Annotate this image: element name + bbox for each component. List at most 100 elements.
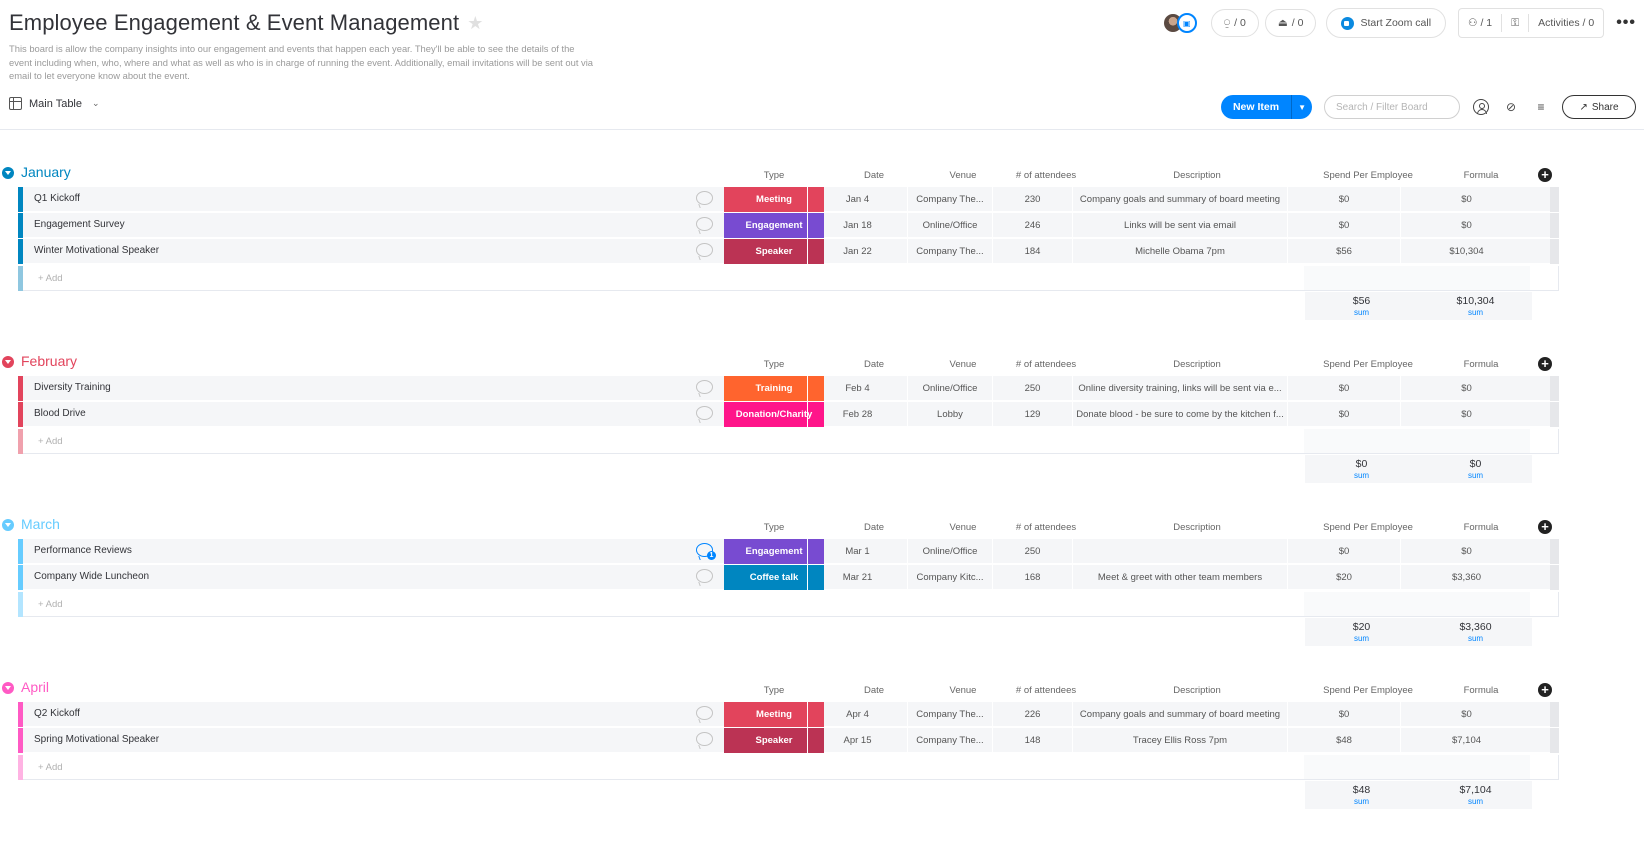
column-header[interactable]: # of attendees bbox=[986, 685, 1106, 696]
add-item-input[interactable]: + Add bbox=[38, 436, 63, 447]
sum-formula-summary[interactable]: $3,360 sum bbox=[1419, 621, 1532, 643]
add-item-input[interactable]: + Add bbox=[38, 762, 63, 773]
table-row[interactable]: Winter Motivational Speaker Speaker Jan 22… bbox=[18, 239, 1559, 264]
star-icon[interactable]: ★ bbox=[467, 13, 483, 34]
view-selector[interactable]: Main Table ⌄ bbox=[9, 97, 100, 110]
description-cell[interactable]: Donate blood - be sure to come by the ki… bbox=[1072, 402, 1287, 427]
spend-cell[interactable]: $0 bbox=[1287, 402, 1400, 427]
table-row[interactable]: Diversity Training Training Feb 4 Online/Of… bbox=[18, 376, 1559, 401]
chat-bubble-icon[interactable] bbox=[696, 243, 713, 257]
group-title[interactable]: March bbox=[21, 516, 60, 532]
venue-cell[interactable]: Lobby bbox=[907, 402, 992, 427]
date-cell[interactable]: Jan 4 bbox=[807, 187, 907, 212]
date-cell[interactable]: Jan 22 bbox=[807, 239, 907, 264]
add-column-icon[interactable]: + bbox=[1538, 357, 1552, 371]
spend-cell[interactable]: $0 bbox=[1287, 539, 1400, 564]
item-name[interactable]: Engagement Survey bbox=[34, 219, 125, 230]
sum-spend-summary[interactable]: $56 sum bbox=[1305, 295, 1418, 317]
venue-cell[interactable]: Online/Office bbox=[907, 376, 992, 401]
permissions-button[interactable]: ⚿ bbox=[1501, 14, 1528, 32]
item-name[interactable]: Performance Reviews bbox=[34, 545, 132, 556]
add-item-row[interactable]: + Add bbox=[18, 755, 1559, 780]
description-cell[interactable]: Online diversity training, links will be… bbox=[1072, 376, 1287, 401]
spend-cell[interactable]: $0 bbox=[1287, 213, 1400, 238]
date-cell[interactable]: Feb 28 bbox=[807, 402, 907, 427]
sum-formula-summary[interactable]: $7,104 sum bbox=[1419, 784, 1532, 806]
description-cell[interactable] bbox=[1072, 539, 1287, 564]
venue-cell[interactable]: Online/Office bbox=[907, 213, 992, 238]
venue-cell[interactable]: Company Kitc... bbox=[907, 565, 992, 590]
add-item-input[interactable]: + Add bbox=[38, 599, 63, 610]
chat-bubble-icon[interactable] bbox=[696, 706, 713, 720]
column-header[interactable]: Spend Per Employee bbox=[1308, 170, 1428, 181]
description-cell[interactable]: Tracey Ellis Ross 7pm bbox=[1072, 728, 1287, 753]
table-row[interactable]: Q2 Kickoff Meeting Apr 4 Company The... 226 C… bbox=[18, 702, 1559, 727]
date-cell[interactable]: Apr 15 bbox=[807, 728, 907, 753]
spend-cell[interactable]: $0 bbox=[1287, 376, 1400, 401]
venue-cell[interactable]: Company The... bbox=[907, 239, 992, 264]
attendees-cell[interactable]: 230 bbox=[992, 187, 1072, 212]
attendees-cell[interactable]: 148 bbox=[992, 728, 1072, 753]
venue-cell[interactable]: Company The... bbox=[907, 728, 992, 753]
automations-button[interactable]: ⏏ / 0 bbox=[1264, 9, 1317, 37]
column-header[interactable]: Description bbox=[1137, 359, 1257, 370]
add-item-row[interactable]: + Add bbox=[18, 266, 1559, 291]
item-name[interactable]: Winter Motivational Speaker bbox=[34, 245, 159, 256]
collapse-toggle-icon[interactable] bbox=[2, 167, 14, 179]
collapse-toggle-icon[interactable] bbox=[2, 519, 14, 531]
venue-cell[interactable]: Online/Office bbox=[907, 539, 992, 564]
table-row[interactable]: Engagement Survey Engagement Jan 18 Online/… bbox=[18, 213, 1559, 238]
chat-bubble-icon[interactable] bbox=[696, 406, 713, 420]
item-name[interactable]: Q2 Kickoff bbox=[34, 708, 80, 719]
column-header[interactable]: Formula bbox=[1421, 359, 1541, 370]
formula-cell[interactable]: $0 bbox=[1400, 402, 1532, 427]
item-name[interactable]: Spring Motivational Speaker bbox=[34, 734, 159, 745]
sum-formula-summary[interactable]: $0 sum bbox=[1419, 458, 1532, 480]
column-header[interactable]: Spend Per Employee bbox=[1308, 685, 1428, 696]
formula-cell[interactable]: $0 bbox=[1400, 702, 1532, 727]
column-header[interactable]: Formula bbox=[1421, 522, 1541, 533]
updates-button[interactable]: ⍜ / 0 bbox=[1210, 9, 1259, 37]
formula-cell[interactable]: $0 bbox=[1400, 539, 1532, 564]
sum-spend-summary[interactable]: $20 sum bbox=[1305, 621, 1418, 643]
table-row[interactable]: Q1 Kickoff Meeting Jan 4 Company The... 230 C… bbox=[18, 187, 1559, 212]
invite-icon[interactable]: ▣ bbox=[1176, 13, 1197, 33]
search-input[interactable]: Search / Filter Board bbox=[1324, 95, 1460, 119]
attendees-cell[interactable]: 226 bbox=[992, 702, 1072, 727]
sum-formula-summary[interactable]: $10,304 sum bbox=[1419, 295, 1532, 317]
description-cell[interactable]: Company goals and summary of board meeti… bbox=[1072, 702, 1287, 727]
sum-spend-summary[interactable]: $0 sum bbox=[1305, 458, 1418, 480]
activities-button[interactable]: Activities / 0 bbox=[1528, 14, 1603, 32]
item-name[interactable]: Blood Drive bbox=[34, 408, 86, 419]
new-item-button[interactable]: New Item ▼ bbox=[1220, 95, 1312, 119]
spend-cell[interactable]: $0 bbox=[1287, 702, 1400, 727]
item-name[interactable]: Company Wide Luncheon bbox=[34, 571, 149, 582]
formula-cell[interactable]: $10,304 bbox=[1400, 239, 1532, 264]
column-header[interactable]: Spend Per Employee bbox=[1308, 522, 1428, 533]
chevron-down-icon[interactable]: ⌄ bbox=[92, 98, 100, 109]
start-zoom-call-button[interactable]: Start Zoom call bbox=[1326, 8, 1447, 38]
add-item-input[interactable]: + Add bbox=[38, 273, 63, 284]
column-header[interactable]: Formula bbox=[1421, 685, 1541, 696]
share-button[interactable]: ↗ Share bbox=[1562, 95, 1636, 119]
description-cell[interactable]: Company goals and summary of board meeti… bbox=[1072, 187, 1287, 212]
attendees-cell[interactable]: 129 bbox=[992, 402, 1072, 427]
column-header[interactable]: # of attendees bbox=[986, 522, 1106, 533]
add-column-icon[interactable]: + bbox=[1538, 683, 1552, 697]
date-cell[interactable]: Apr 4 bbox=[807, 702, 907, 727]
group-title[interactable]: April bbox=[21, 679, 49, 695]
attendees-cell[interactable]: 250 bbox=[992, 539, 1072, 564]
chat-bubble-icon[interactable] bbox=[696, 732, 713, 746]
spend-cell[interactable]: $48 bbox=[1287, 728, 1400, 753]
table-row[interactable]: Blood Drive Donation/Charity Feb 28 Lobby 12… bbox=[18, 402, 1559, 427]
members-button[interactable]: ⚇ / 1 bbox=[1459, 14, 1501, 32]
chat-bubble-icon[interactable]: 1 bbox=[696, 543, 716, 560]
spend-cell[interactable]: $0 bbox=[1287, 187, 1400, 212]
date-cell[interactable]: Mar 21 bbox=[807, 565, 907, 590]
column-header[interactable]: Spend Per Employee bbox=[1308, 359, 1428, 370]
column-header[interactable]: # of attendees bbox=[986, 359, 1106, 370]
more-icon[interactable]: ••• bbox=[1616, 14, 1636, 32]
group-title[interactable]: February bbox=[21, 353, 77, 369]
chat-bubble-icon[interactable] bbox=[696, 380, 713, 394]
column-header[interactable]: Formula bbox=[1421, 170, 1541, 181]
